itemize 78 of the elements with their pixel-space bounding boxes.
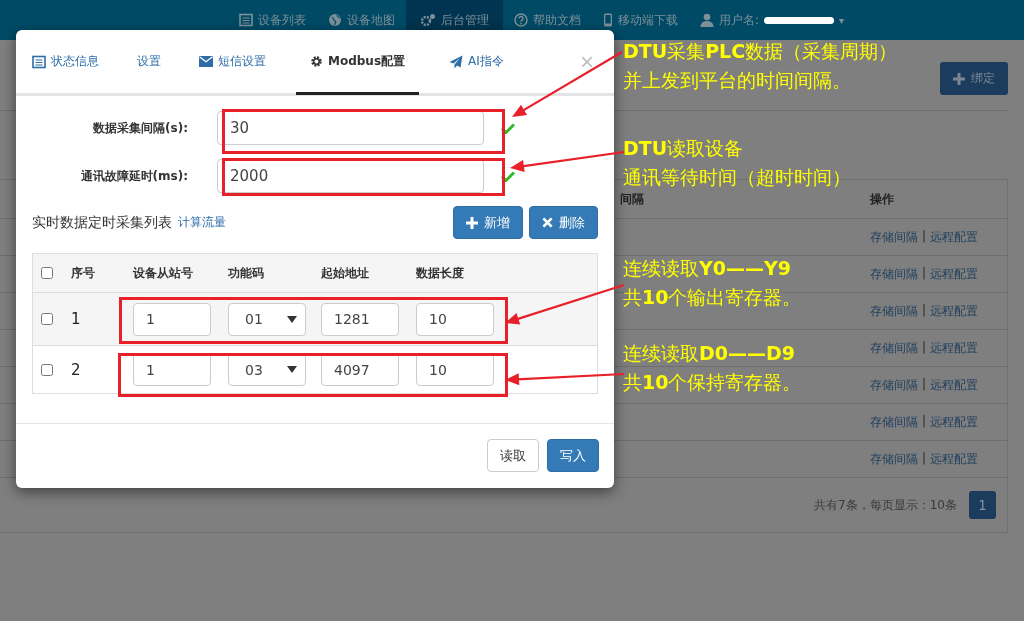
annotation-text: 共10个输出寄存器。 bbox=[623, 285, 802, 310]
storage-interval-link[interactable]: 存储间隔 bbox=[870, 302, 918, 320]
gears-icon bbox=[420, 13, 436, 27]
field-label: 数据采集间隔(s): bbox=[92, 119, 189, 137]
storage-interval-link[interactable]: 存储间隔 bbox=[870, 413, 918, 431]
remote-config-link[interactable]: 远程配置 bbox=[930, 302, 979, 320]
help-icon bbox=[514, 13, 528, 27]
column-header: 功能码 bbox=[228, 264, 265, 282]
gear-icon bbox=[310, 55, 323, 68]
row-number: 2 bbox=[71, 360, 82, 379]
close-button[interactable]: × bbox=[574, 48, 600, 75]
pagination-summary: 共有7条，每页显示：10条 bbox=[814, 496, 957, 514]
row-checkbox[interactable] bbox=[41, 363, 53, 376]
bind-button[interactable]: 绑定 bbox=[940, 62, 1008, 95]
plus-icon bbox=[466, 216, 478, 229]
storage-interval-link[interactable]: 存储间隔 bbox=[870, 339, 918, 357]
envelope-icon bbox=[199, 56, 213, 67]
column-header: 设备从站号 bbox=[133, 264, 194, 282]
write-button[interactable]: 写入 bbox=[547, 439, 599, 472]
mobile-icon bbox=[603, 13, 613, 27]
remote-config-link[interactable]: 远程配置 bbox=[930, 413, 979, 431]
input-field[interactable]: 10 bbox=[416, 302, 494, 336]
list-icon bbox=[239, 13, 253, 27]
separator: | bbox=[922, 339, 927, 356]
remote-config-link[interactable]: 远程配置 bbox=[930, 339, 979, 357]
function-code-select[interactable]: 01 bbox=[228, 302, 306, 336]
select-all-checkbox[interactable] bbox=[41, 267, 53, 279]
read-button[interactable]: 读取 bbox=[487, 439, 539, 472]
input-field[interactable]: 1281 bbox=[321, 302, 399, 336]
separator: | bbox=[922, 413, 927, 430]
annotation-text: DTU读取设备 bbox=[623, 136, 745, 161]
storage-interval-link[interactable]: 存储间隔 bbox=[870, 228, 918, 246]
tab[interactable]: 状态信息 bbox=[24, 31, 107, 95]
nav-item[interactable]: 移动端下载 bbox=[592, 0, 689, 40]
input-field[interactable]: 1 bbox=[133, 302, 211, 336]
column-header: 操作 bbox=[870, 190, 894, 208]
close-icon bbox=[542, 217, 553, 228]
annotation-text: 连续读取D0——D9 bbox=[623, 341, 796, 366]
add-button[interactable]: 新增 bbox=[453, 206, 523, 239]
separator: | bbox=[922, 450, 927, 467]
annotation-text: 共10个保持寄存器。 bbox=[623, 370, 802, 395]
input-field[interactable]: 30 bbox=[217, 111, 484, 145]
user-icon bbox=[700, 13, 714, 27]
tab[interactable]: 设置 bbox=[129, 31, 169, 95]
calculate-traffic-link[interactable]: 计算流量 bbox=[178, 214, 226, 231]
field-label: 通讯故障延时(ms): bbox=[79, 167, 189, 185]
annotation-text: 连续读取Y0——Y9 bbox=[623, 256, 792, 281]
column-header: 数据长度 bbox=[416, 264, 465, 282]
annotation-text: DTU采集PLC数据（采集周期） bbox=[623, 39, 898, 64]
remote-config-link[interactable]: 远程配置 bbox=[930, 265, 979, 283]
column-header: 间隔 bbox=[620, 190, 644, 208]
caret-icon: ▾ bbox=[839, 14, 845, 26]
tab[interactable]: Modbus配置 bbox=[296, 31, 420, 95]
column-header: 起始地址 bbox=[321, 264, 370, 282]
separator: | bbox=[922, 302, 927, 319]
section-title: 实时数据定时采集列表 bbox=[32, 213, 172, 232]
globe-icon bbox=[328, 13, 342, 27]
remote-config-link[interactable]: 远程配置 bbox=[930, 228, 979, 246]
separator: | bbox=[922, 376, 927, 393]
row-checkbox[interactable] bbox=[41, 313, 53, 325]
plus-icon bbox=[953, 72, 965, 85]
separator: | bbox=[922, 228, 927, 245]
input-field[interactable]: 2000 bbox=[217, 159, 484, 193]
list-icon bbox=[32, 54, 46, 69]
nav-item[interactable]: 用户名: ▾ bbox=[689, 0, 856, 40]
page-button[interactable]: 1 bbox=[969, 491, 996, 519]
row-number: 1 bbox=[71, 310, 82, 328]
column-header: 序号 bbox=[71, 264, 96, 282]
storage-interval-link[interactable]: 存储间隔 bbox=[870, 450, 918, 468]
delete-button[interactable]: 删除 bbox=[529, 206, 598, 239]
annotation-text: 通讯等待时间（超时时间） bbox=[623, 165, 851, 190]
remote-config-link[interactable]: 远程配置 bbox=[930, 450, 979, 468]
separator: | bbox=[922, 265, 927, 282]
paper-plane-icon bbox=[449, 54, 464, 69]
storage-interval-link[interactable]: 存储间隔 bbox=[870, 376, 918, 394]
storage-interval-link[interactable]: 存储间隔 bbox=[870, 265, 918, 283]
annotation-text: 并上发到平台的时间间隔。 bbox=[623, 68, 852, 93]
remote-config-link[interactable]: 远程配置 bbox=[930, 376, 979, 394]
